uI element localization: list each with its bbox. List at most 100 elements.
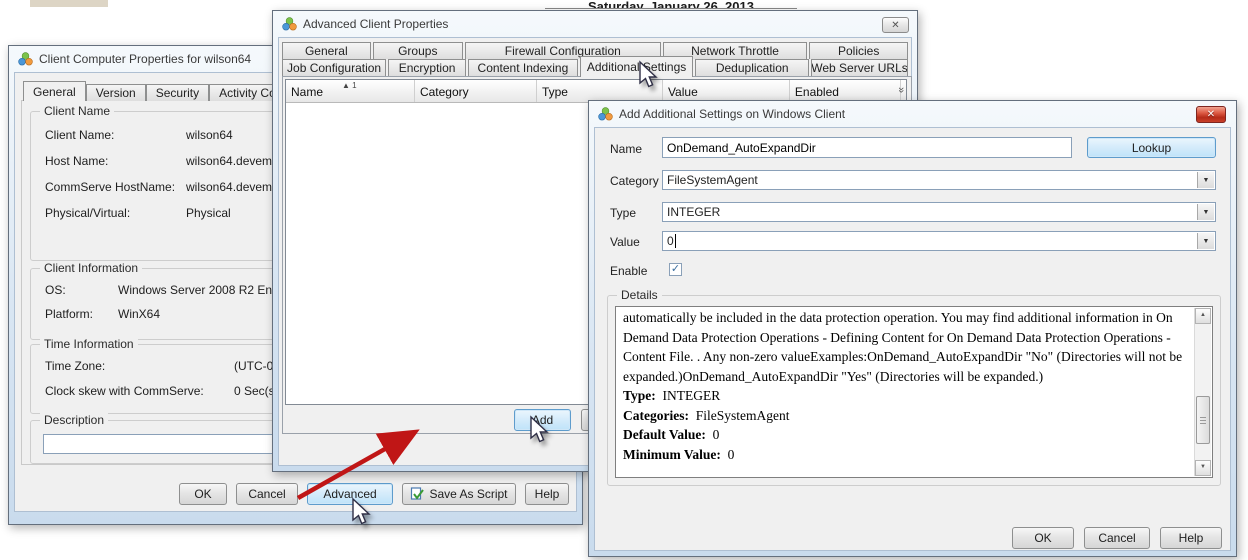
sort-ascending-icon: ▲ 1 [342, 81, 357, 90]
tab-encryption[interactable]: Encryption [388, 59, 466, 76]
value-value: 0 [667, 234, 674, 248]
client-button-row: OK Cancel Advanced Save As Script Help [179, 483, 569, 505]
field-label: Clock skew with CommServe: [45, 384, 234, 400]
tab-additional-settings[interactable]: Additional Settings [580, 56, 694, 77]
desktop-background: Saturday, January 26, 2013 Client Comput… [0, 0, 1248, 560]
field-label: OS: [45, 283, 118, 299]
details-textarea[interactable]: automatically be included in the data pr… [615, 306, 1213, 478]
scroll-down-icon[interactable]: ▼ [1195, 460, 1211, 476]
name-label: Name [610, 142, 642, 156]
add-setting-dialog-body: Name Lookup Category FileSystemAgent ▼ T… [594, 127, 1231, 551]
column-header-category[interactable]: Category [415, 80, 537, 102]
type-value: INTEGER [667, 205, 720, 219]
client-dialog-title: Client Computer Properties for wilson64 [39, 52, 251, 66]
details-property: Minimum Value: 0 [623, 445, 1188, 465]
value-combobox[interactable]: 0 ▼ [662, 231, 1216, 251]
field-label: Host Name: [45, 154, 186, 170]
text-caret [675, 234, 676, 248]
details-paragraph: automatically be included in the data pr… [623, 310, 1182, 384]
group-label: Client Information [40, 261, 142, 275]
cancel-button[interactable]: Cancel [236, 483, 298, 505]
ok-button[interactable]: OK [1012, 527, 1074, 549]
app-icon [282, 17, 297, 31]
group-label: Client Name [40, 104, 114, 118]
details-property: Type: INTEGER [623, 386, 1188, 406]
details-group: Details automatically be included in the… [607, 295, 1221, 486]
field-label: Client Name: [45, 128, 186, 144]
tab-general[interactable]: General [23, 81, 86, 101]
lookup-button[interactable]: Lookup [1087, 137, 1216, 158]
column-header-spacer: » [901, 80, 906, 102]
scroll-up-icon[interactable]: ▲ [1195, 308, 1211, 324]
column-overflow-icon[interactable]: » [895, 87, 907, 93]
column-label: Category [420, 85, 469, 99]
advanced-button[interactable]: Advanced [307, 483, 393, 505]
save-as-script-button[interactable]: Save As Script [402, 483, 516, 505]
field-value: Physical [186, 206, 231, 222]
value-label: Value [610, 235, 640, 249]
details-property: Default Value: 0 [623, 425, 1188, 445]
advanced-dialog-title: Advanced Client Properties [303, 17, 448, 31]
add-setting-dialog-title: Add Additional Settings on Windows Clien… [619, 107, 845, 121]
tab-version[interactable]: Version [86, 84, 146, 101]
name-input[interactable] [662, 137, 1072, 158]
enable-label: Enable [610, 264, 647, 278]
category-value: FileSystemAgent [667, 173, 758, 187]
group-label: Details [617, 288, 662, 302]
field-label: Physical/Virtual: [45, 206, 186, 222]
field-label: CommServe HostName: [45, 180, 186, 196]
details-property: Categories: FileSystemAgent [623, 406, 1188, 426]
script-icon [410, 487, 424, 501]
tab-content-indexing[interactable]: Content Indexing [468, 59, 578, 76]
add-button[interactable]: Add [514, 409, 571, 431]
app-icon [18, 52, 33, 66]
tab-policies[interactable]: Policies [809, 42, 908, 59]
help-button[interactable]: Help [1160, 527, 1222, 549]
app-icon [598, 107, 613, 121]
field-value: WinX64 [118, 307, 160, 323]
tab-groups[interactable]: Groups [373, 42, 463, 59]
column-label: Enabled [795, 85, 839, 99]
chevron-down-icon[interactable]: ▼ [1197, 204, 1214, 220]
client-tabstrip: General Version Security Activity Contro… [23, 81, 309, 101]
field-value: Windows Server 2008 R2 Enterpr [118, 283, 297, 299]
thumb-grip [1200, 420, 1206, 421]
ok-button[interactable]: OK [179, 483, 227, 505]
column-header-type[interactable]: Type [537, 80, 663, 102]
chevron-down-icon[interactable]: ▼ [1197, 233, 1214, 249]
type-label: Type [610, 206, 636, 220]
column-header-enabled[interactable]: Enabled [790, 80, 901, 102]
background-window-fragment [30, 0, 108, 7]
column-header-name[interactable]: Name ▲ 1 [286, 80, 415, 102]
enable-checkbox[interactable]: ✓ [669, 263, 682, 276]
cancel-button[interactable]: Cancel [1084, 527, 1150, 549]
help-button[interactable]: Help [525, 483, 569, 505]
column-label: Value [668, 85, 698, 99]
tab-deduplication[interactable]: Deduplication [695, 59, 809, 76]
date-text: Saturday, January 26, 2013 [588, 0, 754, 9]
category-combobox[interactable]: FileSystemAgent ▼ [662, 170, 1216, 190]
column-label: Name [291, 85, 323, 99]
scrollbar-thumb[interactable] [1196, 396, 1210, 444]
check-icon: ✓ [671, 264, 680, 275]
close-icon[interactable]: ✕ [1196, 106, 1226, 123]
tab-general[interactable]: General [282, 42, 371, 59]
background-window-date: Saturday, January 26, 2013 [545, 0, 797, 9]
dialog-add-additional-settings: Add Additional Settings on Windows Clien… [588, 100, 1237, 557]
add-setting-dialog-titlebar[interactable]: Add Additional Settings on Windows Clien… [589, 101, 1236, 127]
column-header-value[interactable]: Value [663, 80, 790, 102]
chevron-down-icon[interactable]: ▼ [1197, 172, 1214, 188]
group-label: Description [40, 413, 108, 427]
details-scrollbar[interactable]: ▲ ▼ [1194, 308, 1211, 476]
tab-web-server-urls[interactable]: Web Server URLs [811, 59, 908, 76]
column-label: Type [542, 85, 568, 99]
category-label: Category [610, 174, 659, 188]
advanced-dialog-titlebar[interactable]: Advanced Client Properties [273, 11, 917, 37]
tab-job-configuration[interactable]: Job Configuration [282, 59, 386, 76]
tab-security[interactable]: Security [146, 84, 209, 101]
save-as-script-label: Save As Script [429, 487, 507, 501]
group-label: Time Information [40, 337, 138, 351]
advanced-tabstrip-row2: Job Configuration Encryption Content Ind… [282, 59, 908, 77]
close-icon[interactable]: ✕ [882, 17, 909, 33]
type-combobox[interactable]: INTEGER ▼ [662, 202, 1216, 222]
